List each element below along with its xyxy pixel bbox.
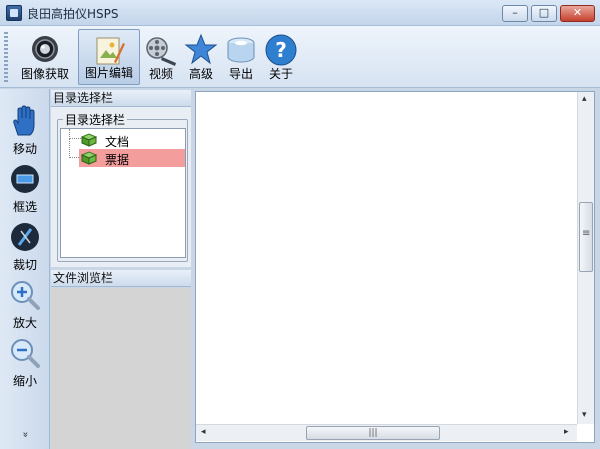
book-icon [81,151,97,165]
directory-tree[interactable]: 文档 票据 [60,128,186,258]
browse-panel-header: 文件浏览栏 [51,270,191,287]
directory-panel: 目录选择栏 文档 票据 [51,107,191,267]
tool-label: 放大 [12,316,37,330]
zoom-out-icon [11,339,40,368]
toolbar-label: 图片编辑 [84,66,133,80]
tool-label: 缩小 [12,374,37,388]
zoom-out-tool-button[interactable]: 缩小 [0,335,50,393]
toolbar-about-button[interactable]: ? 关于 [263,29,299,85]
more-tools-chevron[interactable]: » [20,431,31,437]
app-icon [6,5,22,21]
star-icon [184,33,218,65]
tree-item-label: 票据 [105,153,130,167]
toolbar-label: 导出 [228,67,253,81]
toolbar-export-button[interactable]: 导出 [223,29,259,85]
select-box-icon [11,165,39,193]
image-view-canvas[interactable]: ▴ ▾ ◂ ||| ▸ [195,91,595,443]
directory-group-label: 目录选择栏 [63,111,128,128]
move-tool-button[interactable]: 移动 [0,103,50,161]
crop-icon [11,223,39,251]
tool-label: 移动 [12,142,37,156]
left-tool-column: 移动 框选 裁切 放大 缩小 » [0,89,50,449]
zoom-in-tool-button[interactable]: 放大 [0,277,50,335]
tool-label: 框选 [12,200,37,214]
book-icon [81,133,97,147]
vertical-scroll-thumb[interactable] [579,202,593,272]
film-reel-icon [146,37,176,66]
zoom-in-icon [11,281,40,310]
directory-panel-header: 目录选择栏 [51,90,191,107]
window-title: 良田高拍仪HSPS [27,7,119,21]
toolbar-label: 关于 [268,67,293,81]
main-toolbar: 图像获取 图片编辑 视频 高级 导出 ? 关于 [0,26,600,88]
crop-tool-button[interactable]: 裁切 [0,219,50,277]
toolbar-image-edit-button[interactable]: 图片编辑 [78,29,140,85]
select-tool-button[interactable]: 框选 [0,161,50,219]
export-disk-icon [227,37,255,63]
toolbar-advanced-button[interactable]: 高级 [183,29,219,85]
image-edit-icon [96,37,125,65]
toolbar-label: 视频 [148,67,173,81]
tree-item-document[interactable]: 文档 [79,131,185,149]
toolbar-video-button[interactable]: 视频 [143,29,179,85]
hand-icon [13,105,35,136]
browse-panel[interactable] [51,288,191,449]
close-button[interactable]: ✕ [560,5,595,22]
title-bar: 良田高拍仪HSPS – □ ✕ [0,0,600,26]
horizontal-scroll-thumb[interactable]: ||| [306,426,440,440]
maximize-button[interactable]: □ [531,5,557,22]
toolbar-capture-button[interactable]: 图像获取 [14,29,76,85]
vertical-scrollbar[interactable]: ▴ ▾ [577,92,594,424]
toolbar-label: 高级 [188,67,213,81]
tool-label: 裁切 [12,258,37,272]
toolbar-label: 图像获取 [20,67,69,81]
scroll-up-arrow[interactable]: ▴ [582,94,587,104]
scroll-left-arrow[interactable]: ◂ [201,427,206,437]
svg-text:?: ? [275,38,287,62]
tree-item-label: 文档 [105,135,130,149]
tree-item-receipt[interactable]: 票据 [79,149,185,167]
camera-icon [32,36,58,62]
scroll-down-arrow[interactable]: ▾ [582,410,587,420]
minimize-button[interactable]: – [502,5,528,22]
scroll-right-arrow[interactable]: ▸ [564,427,569,437]
help-question-icon: ? [265,34,297,66]
horizontal-scrollbar[interactable]: ◂ ||| ▸ [196,424,577,441]
toolbar-grip[interactable] [4,32,8,82]
